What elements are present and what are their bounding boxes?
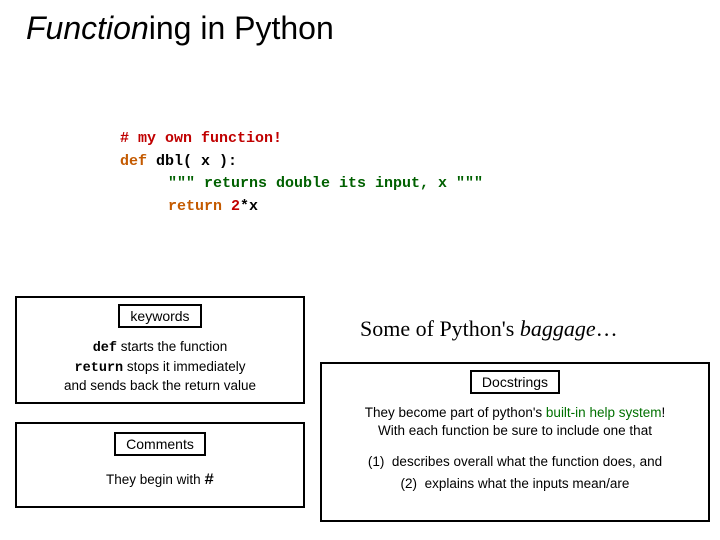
keywords-label: keywords (118, 304, 201, 328)
def-desc: starts the function (117, 339, 227, 354)
slide-title: Functioning in Python (26, 10, 334, 47)
item1-num: (1) (368, 454, 385, 469)
return-desc: stops it immediately (123, 359, 245, 374)
title-rest: ing in Python (149, 10, 334, 46)
baggage-prefix: Some of Python's (360, 316, 520, 341)
hash-symbol: # (204, 471, 214, 489)
baggage-suffix: … (596, 316, 618, 341)
def-keyword: def (120, 153, 147, 170)
expr-rest: *x (240, 198, 258, 215)
doc-line1a: They become part of python's (365, 405, 546, 420)
code-block: # my own function! def dbl( x ): """ ret… (120, 128, 483, 218)
docstrings-item1: (1) describes overall what the function … (328, 453, 702, 471)
docstrings-box: Docstrings They become part of python's … (320, 362, 710, 522)
title-italic: Function (26, 10, 149, 46)
doc-line1b: built-in help system (546, 405, 662, 420)
item2-num: (2) (401, 476, 418, 491)
code-comment: # my own function! (120, 130, 282, 147)
comments-line: They begin with # (17, 470, 303, 491)
comments-box: Comments They begin with # (15, 422, 305, 508)
keywords-line3: and sends back the return value (17, 377, 303, 395)
numlit: 2 (231, 198, 240, 215)
return-inline: return (75, 361, 124, 376)
baggage-heading: Some of Python's baggage… (360, 316, 618, 342)
docstrings-item2: (2) explains what the inputs mean/are (328, 475, 702, 493)
docstrings-label: Docstrings (470, 370, 560, 394)
docstrings-line1: They become part of python's built-in he… (328, 404, 702, 422)
keywords-box: keywords def starts the function return … (15, 296, 305, 404)
comments-label: Comments (114, 432, 206, 456)
docstrings-line2: With each function be sure to include on… (328, 422, 702, 440)
item2-text: explains what the inputs mean/are (425, 476, 630, 491)
baggage-italic: baggage (520, 316, 596, 341)
func-params: ( x ): (183, 153, 237, 170)
return-keyword: return (168, 198, 222, 215)
def-inline: def (93, 341, 117, 356)
func-name: dbl (156, 153, 183, 170)
docstring: """ returns double its input, x """ (168, 175, 483, 192)
comments-prefix: They begin with (106, 472, 204, 487)
doc-line1c: ! (661, 405, 665, 420)
item1-text: describes overall what the function does… (392, 454, 662, 469)
keywords-line2: return stops it immediately (17, 358, 303, 378)
keywords-line1: def starts the function (17, 338, 303, 358)
